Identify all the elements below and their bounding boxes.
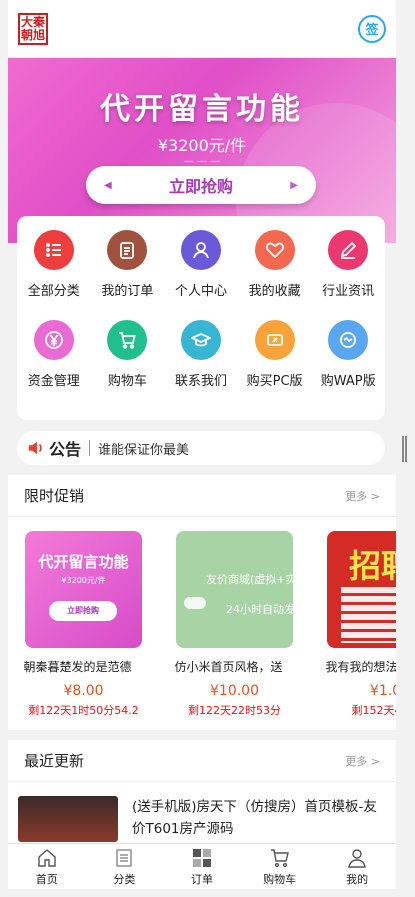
nav-item-favorites[interactable]: 我的收藏 <box>238 230 312 320</box>
nav-label: 购物车 <box>107 374 147 389</box>
notice-title: 公告 <box>49 440 82 459</box>
thumbnail-title: 招聘 <box>349 547 396 585</box>
notice-divider <box>89 440 91 456</box>
banner-price: ¥3200元/件 <box>157 136 247 155</box>
site-logo[interactable]: 大秦朝旭 <box>18 12 48 45</box>
promo-price: ¥1.0 <box>369 683 396 699</box>
nav-label: 联系我们 <box>174 374 227 389</box>
speaker-icon <box>28 441 42 455</box>
notice-text: 谁能保证你最美 <box>98 442 190 458</box>
promo-section: 限时促销 更多 > 代开留言功能 ¥3200元/件 立即抢购 朝秦暮楚发的是范德… <box>8 475 396 730</box>
nav-label: 个人中心 <box>174 284 227 299</box>
nav-item-cart[interactable]: 购物车 <box>91 320 165 410</box>
recent-header: 最近更新 更多 > <box>8 740 396 782</box>
sign-label: 签 <box>365 23 379 38</box>
thumbnail-table <box>341 587 396 643</box>
tab-label: 订单 <box>190 872 213 886</box>
thumbnail-subtitle: 24小时自动发货 <box>226 603 293 616</box>
promo-title: 限时促销 <box>24 487 85 505</box>
recent-item-title: (送手机版)房天下（仿搜房）首页模板-友价T601房产源码 <box>132 799 377 837</box>
home-icon <box>38 848 56 867</box>
graduation-icon <box>180 320 221 360</box>
thumbnail-price: ¥3200元/件 <box>61 576 106 585</box>
promo-header: 限时促销 更多 > <box>8 475 396 517</box>
nav-label: 行业资讯 <box>322 284 375 299</box>
banner-title: 代开留言功能 <box>100 92 304 127</box>
logo-text: 大秦朝旭 <box>20 14 45 42</box>
nav-item-funds[interactable]: 资金管理 <box>17 320 91 410</box>
promo-item[interactable]: 招聘 我有我的想法 ¥1.0 剩152天4时1 <box>310 531 396 718</box>
cart-icon <box>107 320 148 360</box>
right-arrow-icon: ▶ <box>290 179 298 191</box>
nav-label: 我的订单 <box>101 284 154 299</box>
chat-icon <box>328 320 369 360</box>
promo-item[interactable]: 友价商城(虚拟+实物 24小时自动发货 仿小米首页风格，送 ¥10.00 剩12… <box>159 531 310 718</box>
cart-icon <box>270 848 289 867</box>
tab-profile[interactable]: 我的 <box>318 844 396 889</box>
heart-icon <box>254 230 295 270</box>
clipboard-icon <box>107 230 148 270</box>
promo-countdown: 剩152天4时1 <box>351 704 397 717</box>
sign-in-button[interactable]: 签 <box>358 14 386 43</box>
banner-buy-button[interactable]: ◀ 立即抢购 ▶ <box>86 166 316 204</box>
nav-label: 资金管理 <box>27 374 80 389</box>
nav-label: 我的收藏 <box>248 284 301 299</box>
app-screen: 大秦朝旭 签 代开留言功能 ¥3200元/件 — — — ◀ 立即抢购 ▶ 全部… <box>8 0 396 897</box>
nav-item-my-orders[interactable]: 我的订单 <box>91 230 165 320</box>
tab-cart[interactable]: 购物车 <box>241 844 319 889</box>
promo-name: 我有我的想法 <box>325 660 397 674</box>
user-icon <box>180 230 221 270</box>
thumbnail-title: 代开留言功能 <box>38 553 129 571</box>
promo-name: 仿小米首页风格，送 <box>174 660 283 674</box>
tab-home[interactable]: 首页 <box>8 844 86 889</box>
nav-label: 购买PC版 <box>246 374 303 389</box>
cloud-icon <box>184 597 206 609</box>
nav-item-contact[interactable]: 联系我们 <box>164 320 238 410</box>
recent-thumbnail <box>18 796 118 842</box>
tab-category[interactable]: 分类 <box>86 844 164 889</box>
promo-item[interactable]: 代开留言功能 ¥3200元/件 立即抢购 朝秦暮楚发的是范德 ¥8.00 剩12… <box>8 531 159 718</box>
banner-button-label: 立即抢购 <box>168 177 233 196</box>
left-arrow-icon: ◀ <box>104 179 112 191</box>
tab-orders[interactable]: 订单 <box>163 844 241 889</box>
list-icon <box>33 230 74 270</box>
promo-thumbnail: 友价商城(虚拟+实物 24小时自动发货 <box>176 531 293 648</box>
promo-name: 朝秦暮楚发的是范德 <box>23 660 132 674</box>
promo-countdown: 剩122天22时53分 <box>188 704 281 717</box>
tab-label: 首页 <box>35 872 58 886</box>
nav-item-user-center[interactable]: 个人中心 <box>164 230 238 320</box>
thumbnail-button: 立即抢购 <box>49 601 117 621</box>
promo-countdown: 剩122天1时50分54.2 <box>28 704 139 717</box>
promo-price: ¥10.00 <box>210 683 259 699</box>
nav-label: 购WAP版 <box>320 374 376 389</box>
bottom-tab-bar: 首页 分类 订单 购物车 我的 <box>8 843 396 889</box>
recent-section: 最近更新 更多 > (送手机版)房天下（仿搜房）首页模板-友价T601房产源码 <box>8 740 396 850</box>
document-icon <box>116 848 133 867</box>
nav-card: 全部分类 我的订单 个人中心 我的收藏 行业资讯 资金管理 购物车 联系我们 购… <box>17 216 385 420</box>
nav-label: 全部分类 <box>27 284 80 299</box>
promo-thumbnail: 代开留言功能 ¥3200元/件 立即抢购 <box>25 531 142 648</box>
tab-label: 我的 <box>346 872 369 886</box>
recent-more-link[interactable]: 更多 > <box>345 753 380 769</box>
edit-icon <box>328 230 369 270</box>
nav-item-buy-wap[interactable]: 购WAP版 <box>311 320 385 410</box>
tab-label: 分类 <box>113 872 136 886</box>
promo-thumbnail: 招聘 <box>327 531 396 648</box>
yen-icon <box>33 320 74 360</box>
recent-title: 最近更新 <box>24 752 85 770</box>
tab-label: 购物车 <box>263 872 297 886</box>
thumbnail-title: 友价商城(虚拟+实物 <box>206 573 293 586</box>
top-bar: 大秦朝旭 签 <box>8 0 396 58</box>
nav-item-all-categories[interactable]: 全部分类 <box>17 230 91 320</box>
notice-bar[interactable]: 公告 谁能保证你最美 <box>17 431 385 465</box>
grid-icon <box>192 848 211 867</box>
nav-item-news[interactable]: 行业资讯 <box>311 230 385 320</box>
promo-more-link[interactable]: 更多 > <box>345 488 380 504</box>
promo-price: ¥8.00 <box>63 683 104 699</box>
scrollbar-handle[interactable] <box>402 436 407 462</box>
ticket-icon <box>254 320 295 360</box>
nav-item-buy-pc[interactable]: 购买PC版 <box>238 320 312 410</box>
person-icon <box>348 848 367 868</box>
